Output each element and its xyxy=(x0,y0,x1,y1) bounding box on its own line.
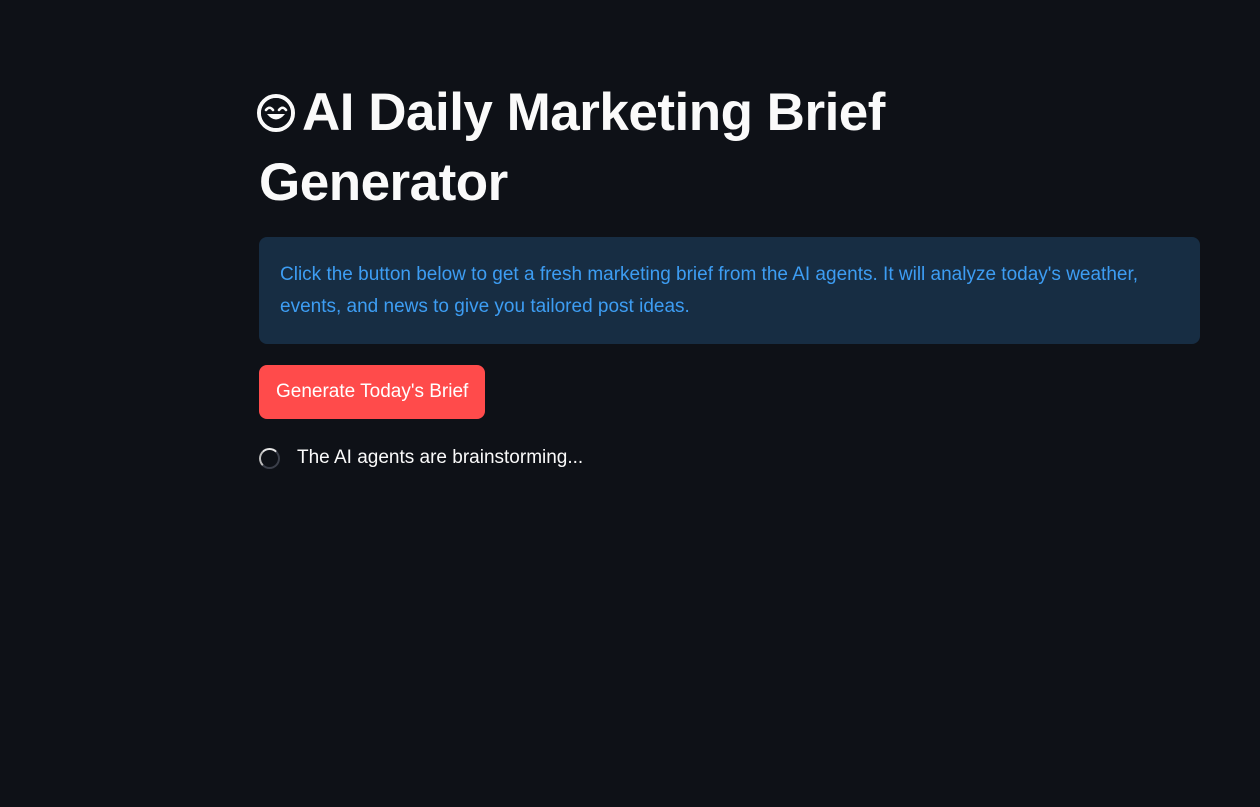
status-text: The AI agents are brainstorming... xyxy=(297,447,584,468)
page-title: AI Daily Marketing Brief Generator xyxy=(256,78,959,218)
loading-spinner-icon xyxy=(259,447,280,469)
page-title-text: AI Daily Marketing Brief Generator xyxy=(259,83,885,212)
main-content: AI Daily Marketing Brief Generator Click… xyxy=(256,78,1200,473)
info-alert: Click the button below to get a fresh ma… xyxy=(259,237,1200,344)
status-spinner: The AI agents are brainstorming... xyxy=(259,443,1200,473)
app-container: AI Daily Marketing Brief Generator Click… xyxy=(0,0,1260,807)
info-alert-text: Click the button below to get a fresh ma… xyxy=(280,264,1139,317)
generate-brief-button[interactable]: Generate Today's Brief xyxy=(259,365,486,419)
grinning-face-icon xyxy=(256,81,296,132)
